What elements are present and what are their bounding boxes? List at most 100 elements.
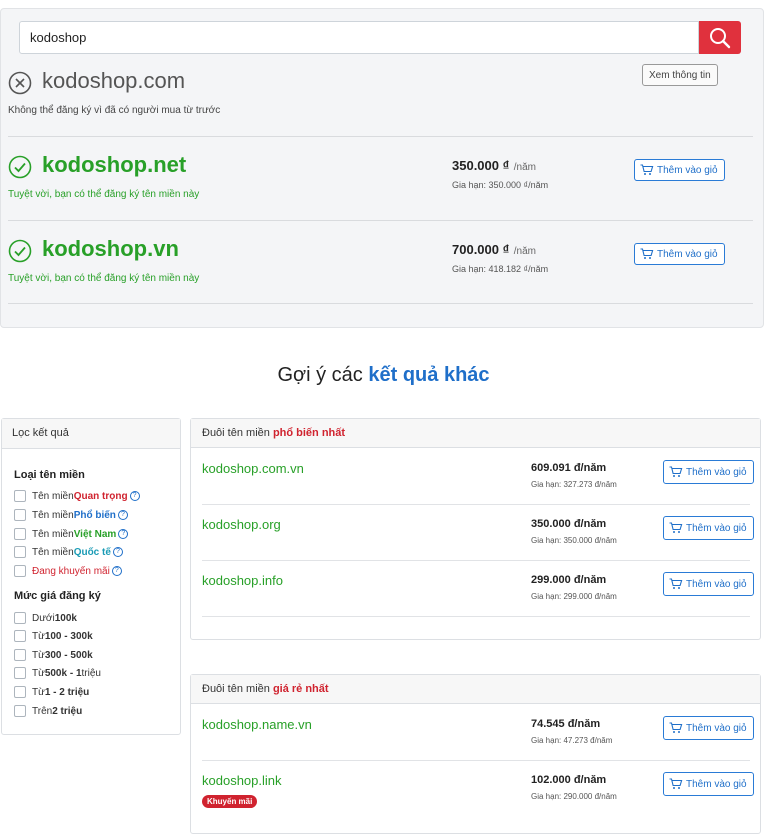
filter-highlight: Quan trọng (73, 490, 128, 502)
domain-message: Tuyệt vời, bạn có thể đăng ký tên miền n… (8, 273, 200, 284)
suggestion-domain[interactable]: kodoshop.org (202, 517, 281, 532)
title-accent: kết quả khác (368, 364, 490, 386)
cart-icon (669, 522, 683, 533)
price-block: 700.000 ₫ /năm Gia hạn: 418.182 ₫/năm (452, 241, 548, 274)
domain-name: kodoshop.com (42, 68, 186, 93)
filter-highlight: Việt Nam (73, 528, 117, 540)
filter-label: Tên miền (32, 528, 74, 540)
suggestion-domain[interactable]: kodoshop.link (202, 773, 282, 788)
cart-icon (669, 722, 683, 733)
price-label-bold: 2 triệu (52, 705, 83, 717)
suggestion-row: kodoshop.org 350.000 đ/năm Gia hạn: 350.… (202, 505, 754, 561)
suggestion-row: kodoshop.link Khuyến mãi 102.000 đ/năm G… (202, 761, 754, 817)
filter-label: Tên miền (32, 509, 74, 521)
check-circle-icon (8, 239, 32, 263)
renew-price: Gia hạn: 418.182 ₫/năm (452, 264, 549, 274)
price-label-bold: 300 - 500k (44, 649, 93, 661)
add-to-cart-button[interactable]: Thêm vào giỏ (663, 460, 754, 484)
add-to-cart-label: Thêm vào giỏ (686, 578, 747, 590)
checkbox[interactable] (14, 490, 26, 502)
add-to-cart-label: Thêm vào giỏ (686, 522, 747, 534)
filter-label: Tên miền (32, 490, 74, 502)
filter-promotion[interactable]: Đang khuyến mãi? (14, 565, 122, 577)
price-amount: 350.000 ₫ (452, 158, 510, 173)
divider (8, 303, 753, 304)
add-to-cart-button[interactable]: Thêm vào giỏ (634, 243, 725, 265)
suggestion-domain[interactable]: kodoshop.info (202, 573, 283, 588)
add-to-cart-button[interactable]: Thêm vào giỏ (663, 572, 754, 596)
cart-icon (640, 248, 654, 259)
title-text: Gợi ý các (277, 364, 369, 386)
price-filter[interactable]: Dưới 100k (14, 612, 77, 624)
suggestion-price: 102.000 đ/năm (531, 774, 607, 786)
suggestion-renew: Gia hạn: 47.273 đ/năm (531, 736, 613, 745)
cart-icon (640, 164, 654, 175)
add-to-cart-button[interactable]: Thêm vào giỏ (634, 159, 725, 181)
search-button[interactable] (699, 21, 741, 54)
checkbox[interactable] (14, 509, 26, 521)
add-to-cart-label: Thêm vào giỏ (686, 778, 747, 790)
divider (8, 220, 753, 221)
cart-icon (669, 578, 683, 589)
filter-highlight: Quốc tế (73, 546, 111, 558)
help-icon[interactable]: ? (129, 491, 140, 501)
suggestion-row: kodoshop.info 299.000 đ/năm Gia hạn: 299… (202, 561, 754, 617)
price-label: Từ (32, 686, 45, 698)
filter-important[interactable]: Tên miền Quan trọng? (14, 490, 140, 502)
checkbox[interactable] (14, 630, 26, 642)
help-icon[interactable]: ? (117, 510, 128, 520)
unavailable-icon (8, 71, 32, 95)
filter-label: Tên miền (32, 546, 74, 558)
price-period: /năm (513, 162, 536, 173)
card-header-text: Đuôi tên miền (202, 683, 273, 695)
price-range-heading: Mức giá đăng ký (14, 590, 101, 602)
add-to-cart-button[interactable]: Thêm vào giỏ (663, 516, 754, 540)
card-header-accent: giá rẻ nhất (272, 683, 329, 695)
checkbox[interactable] (14, 649, 26, 661)
help-icon[interactable]: ? (112, 547, 123, 557)
price-filter[interactable]: Từ 300 - 500k (14, 649, 93, 661)
search-input[interactable] (19, 21, 699, 54)
checkbox[interactable] (14, 565, 26, 577)
help-icon[interactable]: ? (118, 529, 129, 539)
suggestion-renew: Gia hạn: 290.000 đ/năm (531, 792, 617, 801)
suggestion-price: 609.091 đ/năm (531, 462, 607, 474)
popular-suffix-card: Đuôi tên miền phổ biến nhất kodoshop.com… (190, 418, 761, 640)
price-label: Từ (32, 649, 45, 661)
filter-international[interactable]: Tên miền Quốc tế? (14, 546, 123, 558)
filter-popular[interactable]: Tên miền Phổ biến? (14, 509, 128, 521)
renew-price: Gia hạn: 350.000 ₫/năm (452, 180, 549, 190)
card-header-accent: phổ biến nhất (272, 427, 346, 439)
price-label-bold: 100k (54, 612, 77, 624)
suggestion-renew: Gia hạn: 327.273 đ/năm (531, 480, 617, 489)
checkbox[interactable] (14, 546, 26, 558)
filter-vietnam[interactable]: Tên miền Việt Nam? (14, 528, 129, 540)
filter-panel: Lọc kết quả Loại tên miền Tên miền Quan … (1, 418, 181, 735)
help-icon[interactable]: ? (111, 566, 122, 576)
checkbox[interactable] (14, 667, 26, 679)
add-to-cart-label: Thêm vào giỏ (657, 164, 718, 176)
price-filter[interactable]: Từ 100 - 300k (14, 630, 93, 642)
checkbox[interactable] (14, 528, 26, 540)
price-filter[interactable]: Từ 1 - 2 triệu (14, 686, 89, 698)
domain-message: Không thể đăng ký vì đã có người mua từ … (8, 105, 221, 116)
suggestion-domain[interactable]: kodoshop.name.vn (202, 717, 312, 732)
checkbox[interactable] (14, 686, 26, 698)
add-to-cart-button[interactable]: Thêm vào giỏ (663, 772, 754, 796)
suggestion-renew: Gia hạn: 299.000 đ/năm (531, 592, 617, 601)
checkbox[interactable] (14, 612, 26, 624)
suggestion-domain[interactable]: kodoshop.com.vn (202, 461, 304, 476)
price-label-bold: 500k - 1 (44, 667, 82, 679)
domain-search-panel: kodoshop.com Không thể đăng ký vì đã có … (0, 8, 764, 328)
checkbox[interactable] (14, 705, 26, 717)
card-header: Đuôi tên miền giá rẻ nhất (191, 675, 760, 704)
price-filter[interactable]: Trên 2 triệu (14, 705, 82, 717)
view-info-button[interactable]: Xem thông tin (642, 64, 718, 86)
price-filter[interactable]: Từ 500k - 1 triệu (14, 667, 101, 679)
promotion-badge: Khuyến mãi (202, 795, 258, 808)
search-icon (710, 28, 731, 49)
add-to-cart-label: Thêm vào giỏ (686, 466, 747, 478)
price-amount: 700.000 ₫ (452, 242, 510, 257)
price-block: 350.000 ₫ /năm Gia hạn: 350.000 ₫/năm (452, 157, 548, 190)
add-to-cart-button[interactable]: Thêm vào giỏ (663, 716, 754, 740)
